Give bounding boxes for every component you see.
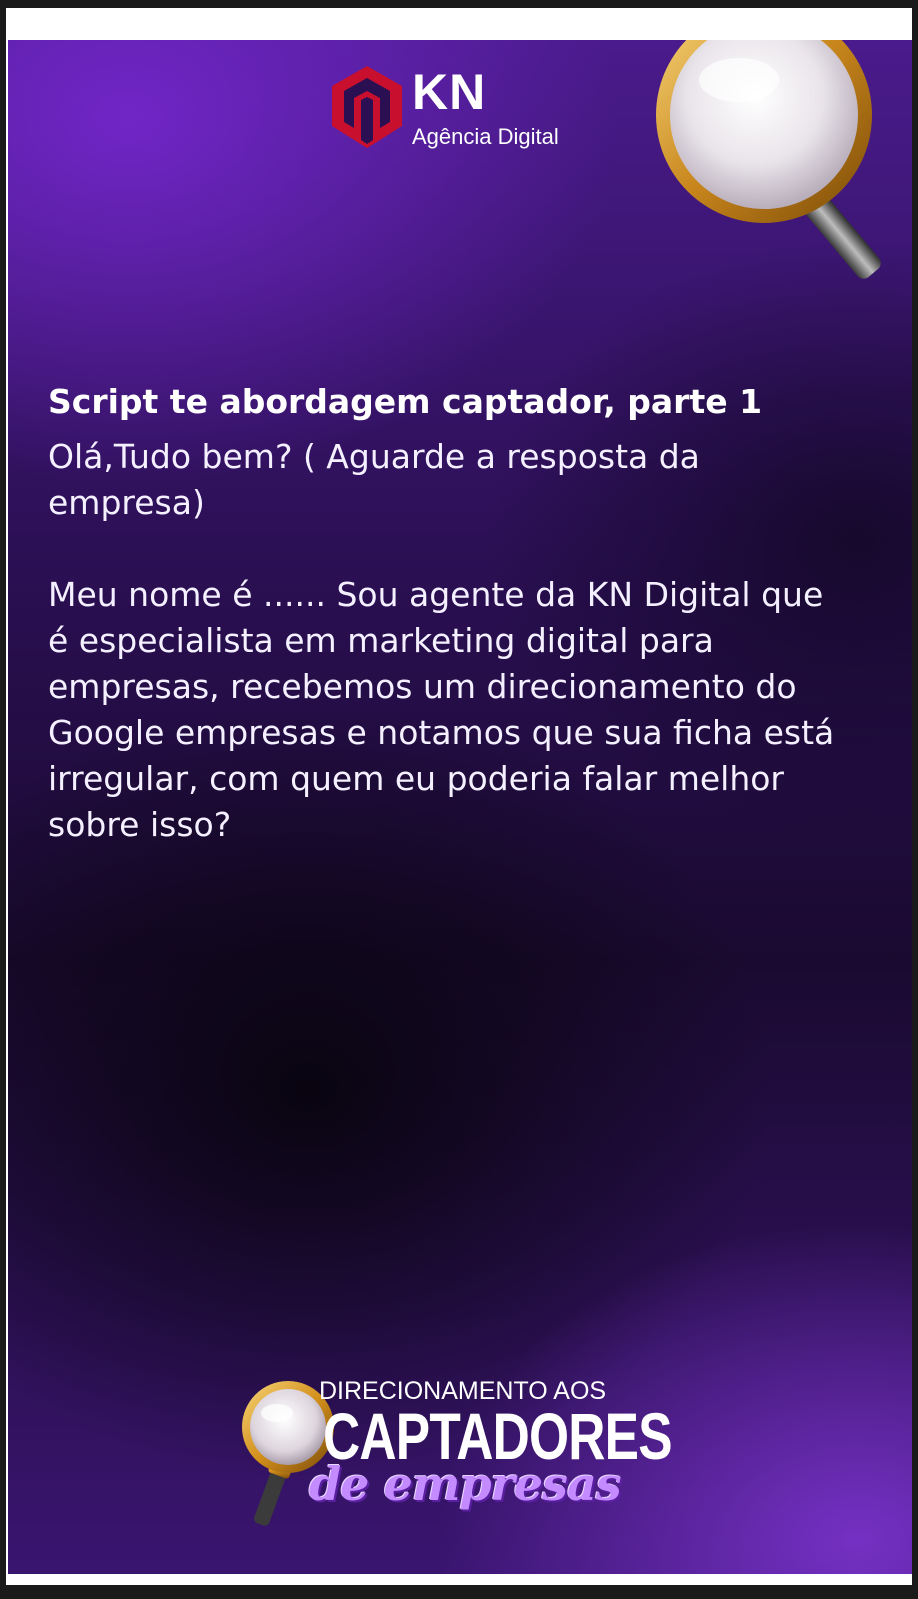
kn-logo: KN Agência Digital: [328, 62, 588, 152]
script-heading: Script te abordagem captador, parte 1: [48, 382, 763, 421]
introduction-paragraph: Meu nome é ...... Sou agente da KN Digit…: [48, 575, 835, 844]
magnifying-glass-icon: [656, 40, 881, 279]
right-frame: [912, 0, 918, 1599]
story-card: KN Agência Digital Script te abordagem c…: [8, 40, 912, 1574]
left-frame: [0, 0, 6, 1599]
kn-shield-icon: [332, 66, 402, 148]
captadores-brand: DIRECIONAMENTO AOS CAPTADORES de empresa…: [233, 1365, 673, 1535]
brand-line-script: de empresas: [309, 1457, 622, 1511]
top-frame: [0, 0, 918, 8]
logo-wordmark: KN: [412, 64, 487, 120]
logo-subtitle: Agência Digital: [412, 124, 559, 149]
bottom-frame: [0, 1585, 918, 1599]
greeting-paragraph: Olá,Tudo bem? ( Aguarde a resposta da em…: [48, 437, 700, 522]
script-content: Script te abordagem captador, parte 1 Ol…: [48, 380, 838, 894]
